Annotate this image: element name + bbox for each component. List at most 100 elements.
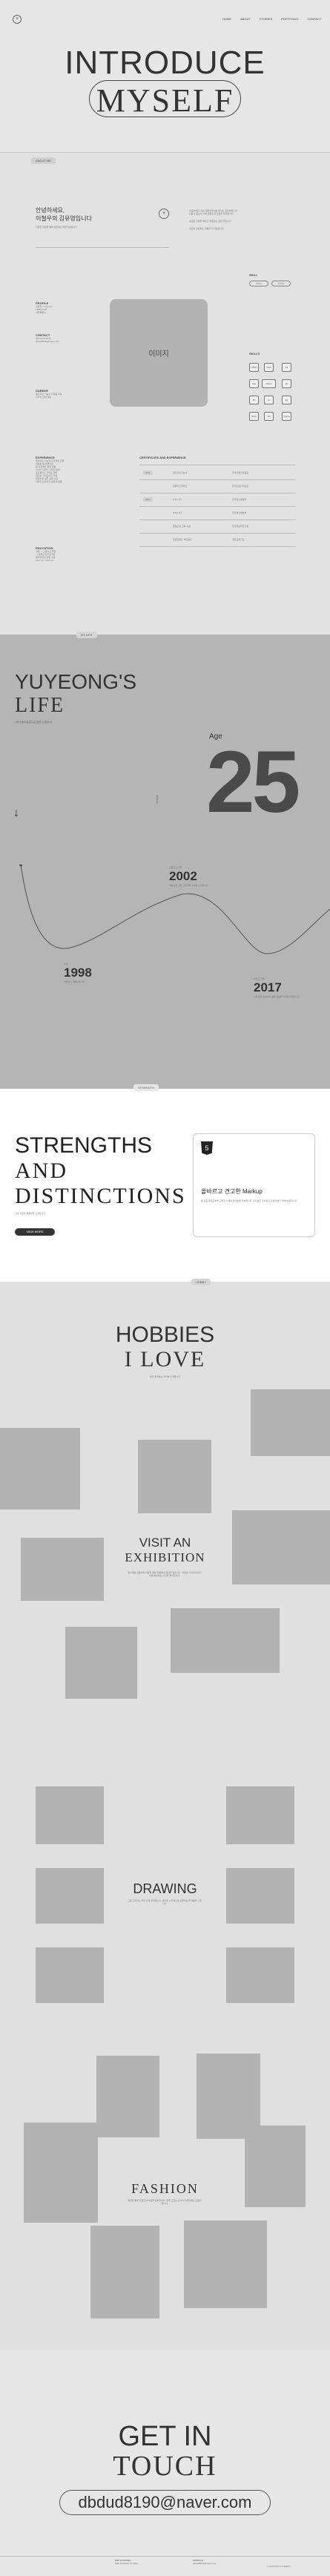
strengths-title-line1: STRENGTHS	[15, 1133, 153, 1158]
history-org: 한국산업인력공단	[232, 485, 249, 488]
hobbies-section: HOBBY HOBBIES I LOVE 제가 좋아하는 취미를 소개합니다 V…	[0, 1279, 330, 2350]
event-desc: 서울에서 태어났습니다	[64, 980, 85, 983]
event-year: 1998	[64, 966, 92, 980]
about-intro-line1: 안녕하세요,	[36, 207, 65, 214]
footer-col1: KIM YUYEONG Web Publisher Portfolio	[115, 2559, 138, 2565]
footer-copyright: © 2023 KIM YUYEONG	[267, 2565, 291, 2568]
history-divider	[139, 493, 295, 494]
profile-photo: 이미지	[110, 299, 208, 407]
drawing-photo	[226, 1786, 294, 1844]
strength-card-title: 올바르고 견고한 Markup	[201, 1188, 263, 1195]
strength-card[interactable]: 5 올바르고 견고한 Markup 웹 표준과 접근성을 고려한 시맨틱 마크업…	[193, 1133, 315, 1237]
drawing-title: DRAWING	[133, 1881, 197, 1896]
skill-html: HTML	[249, 363, 259, 372]
contact-line: dbdud8190@naver.com	[36, 340, 59, 343]
about-intro: 안녕하세요, 이철우의 김유영입니다	[36, 206, 92, 223]
history-divider	[139, 546, 295, 547]
history-row: 컴퓨터그래픽스 한국산업인력공단	[139, 482, 295, 491]
skill-sass: Sass	[249, 412, 259, 421]
exhibition-photo	[171, 1608, 280, 1673]
life-title-line2: LIFE	[15, 694, 65, 717]
experience-block: EXPERIENCE 웹사이트 리뉴얼 프로젝트 진행 반응형 웹 퍼블리싱 팀…	[36, 456, 64, 483]
nav-about[interactable]: ABOUT	[240, 17, 251, 21]
drawing-photo	[226, 1947, 294, 2003]
fashion-photo	[96, 2056, 159, 2137]
nav-stories[interactable]: STORIES	[260, 17, 273, 21]
timeline-event-2002: 초등학교 입학 2002 처음으로 그림 그리기에 흥미를 느꼈습니다	[169, 866, 221, 887]
strengths-tag: STRENGTH	[133, 1084, 159, 1091]
history-cert: 웹접근성 교육 수료	[173, 525, 191, 528]
drawing-desc: 그림 그리기는 저의 오랜 취미입니다. 생각을 시각적으로 표현하는 즐거움을…	[128, 1899, 202, 1905]
about-desc-line: 새로운 기술을 배우고 적용하는 것을 즐깁니다.	[189, 220, 232, 223]
footer-col1-line: Web Publisher Portfolio	[115, 2562, 139, 2565]
main-nav: HOME ABOUT STORIES PORTFOLIO CONTACT	[222, 17, 321, 21]
history-org: 코딩교육기관	[232, 538, 245, 541]
nav-contact[interactable]: CONTACT	[307, 17, 321, 21]
life-section: MY LIFE YUYEONG'S LIFE 나의 인생의 중요한 순간들을 소…	[0, 632, 330, 1089]
life-title-line1: YUYEONG'S	[15, 670, 137, 693]
life-tag: MY LIFE	[76, 632, 97, 638]
skill-pill-code[interactable]: CODE	[271, 281, 291, 286]
about-badge: Y	[159, 209, 169, 219]
career-block: CAREER 웹디자인 기능사 자격증 취득 디자인 관련 활동	[36, 389, 62, 399]
exhibition-title-line1: VISIT AN	[139, 1536, 191, 1550]
contact-title-line2: TOUCH	[113, 2451, 217, 2482]
drawing-photo	[36, 1947, 104, 2003]
hobbies-title-line1: HOBBIES	[115, 1323, 215, 1347]
timeline-event-2017: 대학교 입학 2017 디자인을 전공하며 웹에 관심을 가지게 되었습니다	[254, 977, 306, 998]
history-year: 2022	[143, 497, 153, 502]
site-logo[interactable]: Y	[13, 15, 22, 24]
strength-card-desc: 웹 표준과 접근성을 고려한 시맨틱 마크업을 작성합니다. 유지보수가 쉬운 …	[201, 1199, 298, 1202]
about-intro-line2: 이철우의 김유영입니다	[36, 215, 92, 222]
age-value: 25	[206, 733, 300, 831]
history-divider	[139, 533, 295, 534]
about-tag: ABOUT ME	[31, 157, 56, 164]
footer-divider	[0, 2556, 330, 2557]
hobbies-title-line2: I LOVE	[124, 1347, 206, 1371]
exhibition-photo	[65, 1627, 137, 1699]
history-cert: 프론트엔드 부트캠프	[173, 538, 192, 541]
history-cert: 컴퓨터그래픽스	[173, 485, 188, 488]
skill-vue: Vue	[249, 379, 259, 388]
view-more-button[interactable]: VIEW MORE	[15, 1228, 55, 1236]
skill-css: CSS	[264, 363, 274, 372]
contact-block: CONTACT 010-1234-5678 dbdud8190@naver.co…	[36, 333, 59, 343]
experience-line: 다양한 브라우저 호환성 대응	[36, 480, 62, 483]
history-row: 2021 웹디자인기능사 한국산업인력공단	[139, 469, 295, 478]
nav-portfolio[interactable]: PORTFOLIO	[281, 17, 298, 21]
career-line: 디자인 관련 활동	[36, 396, 51, 399]
contact-title-line1: GET IN	[118, 2421, 212, 2452]
exhibition-title-line2: EXHIBITION	[125, 1550, 205, 1564]
hobbies-subtitle: 제가 좋아하는 취미를 소개합니다	[149, 1375, 181, 1378]
fashion-desc: 패션을 통해 트렌드와 색감을 공부합니다. 옷을 고르는 감각이 디자인에도 …	[128, 2199, 202, 2205]
history-row: 프론트엔드 부트캠프 코딩교육기관	[139, 536, 295, 545]
about-desc-line: 꾸준히 성장하는 개발자가 되겠습니다.	[189, 227, 225, 230]
history-org: 한국생산성본부	[232, 498, 247, 501]
email-link[interactable]: dbdud8190@naver.com	[59, 2490, 271, 2515]
scroll-down-icon[interactable]: ↓	[13, 807, 19, 820]
fashion-photo	[184, 2221, 267, 2308]
skill-react: React	[262, 379, 276, 388]
hero-title-line1: INTRODUCE	[65, 45, 265, 81]
contact-section: GET IN TOUCH dbdud8190@naver.com KIM YUY…	[0, 2350, 330, 2576]
nav-home[interactable]: HOME	[222, 17, 231, 21]
about-desc-line: 사용자 중심의 UI와 깔끔한 마크업을 지향합니다.	[189, 212, 234, 215]
html5-icon: 5	[201, 1141, 213, 1155]
strengths-title-line3: DISTINCTIONS	[15, 1184, 186, 1208]
scroll-label: SCROLL	[156, 794, 159, 804]
life-subtitle: 나의 인생의 중요한 순간들을 소개합니다	[15, 721, 53, 724]
skill-pill-tool[interactable]: TOOL	[249, 281, 268, 286]
exhibition-photo	[138, 1440, 211, 1513]
skill-js: JS	[282, 363, 291, 372]
about-section: ABOUT ME 안녕하세요, 이철우의 김유영입니다 다양한 경험을 통해 성…	[0, 152, 330, 635]
about-intro-sub: 다양한 경험을 통해 성장하는 퍼블리셔입니다	[36, 226, 77, 229]
footer-col2: CONTACT dbdud8190@naver.com	[193, 2559, 217, 2565]
profile-block: PROFILE 김유영 / Yuyeong 1998.02.25 서울특별시	[36, 301, 52, 314]
event-desc: 처음으로 그림 그리기에 흥미를 느꼈습니다	[169, 884, 209, 887]
skill-fg: Fg	[282, 396, 291, 404]
footer-col2-line: dbdud8190@naver.com	[193, 2562, 217, 2565]
skill-block: SKILL	[249, 273, 258, 277]
skill-jquery: jQ	[282, 379, 291, 388]
education-line: 2017.03 - 2021.02	[36, 559, 54, 562]
education-block: EDUCATION 서울 ○○고등학교 졸업 ○○대학교 디자인학과 웹퍼블리셔…	[36, 546, 56, 562]
